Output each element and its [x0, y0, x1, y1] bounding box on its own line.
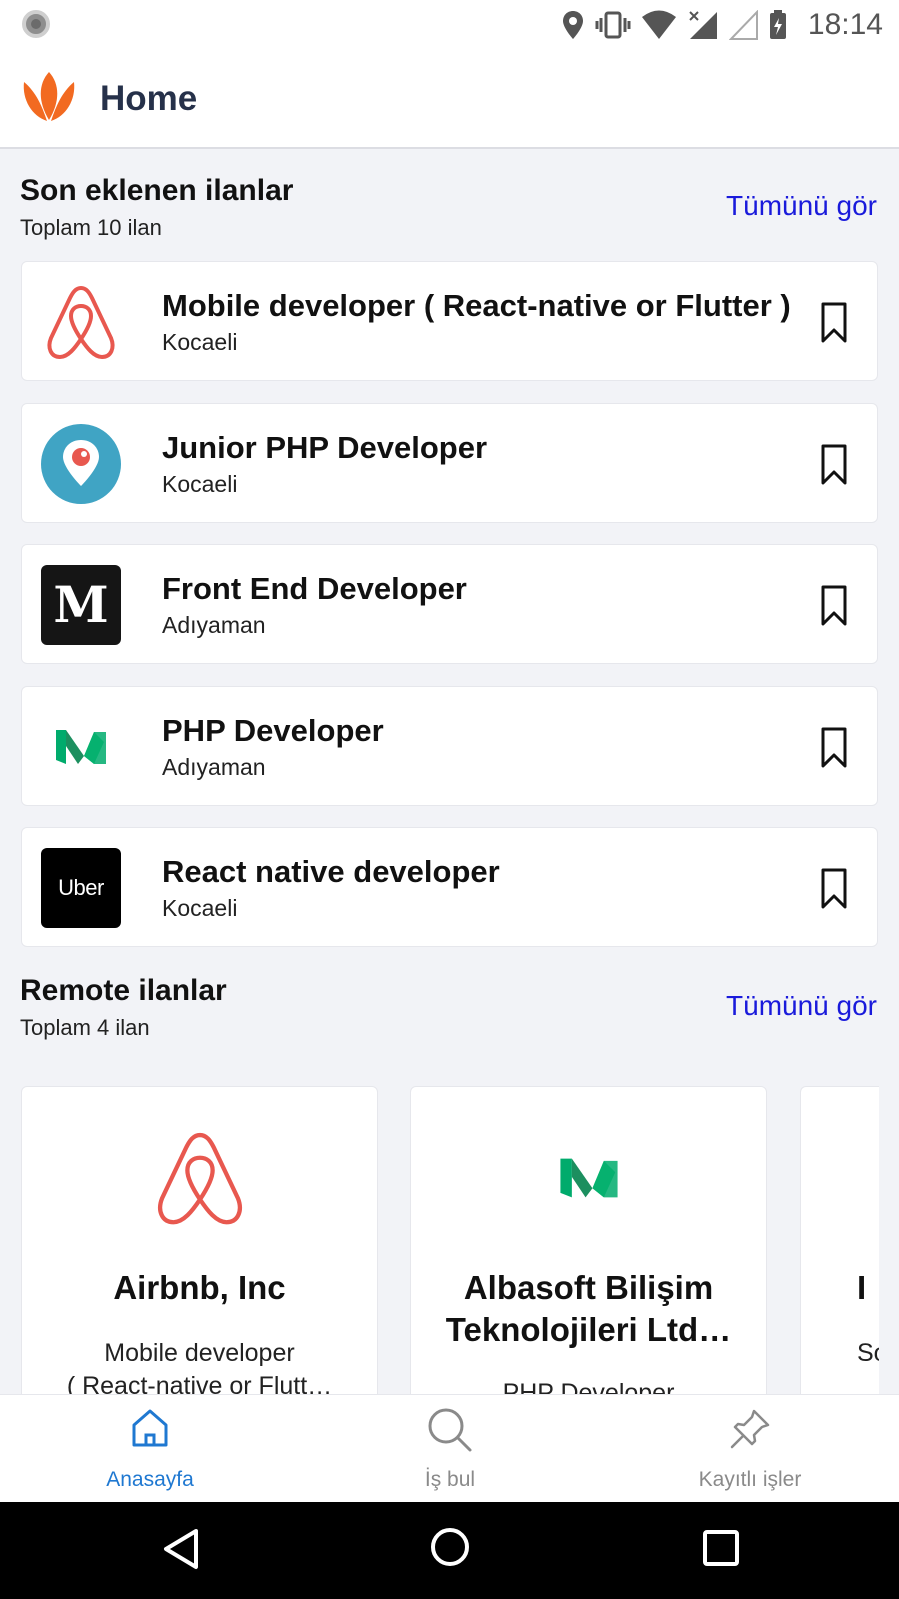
system-navigation-bar [0, 1502, 899, 1599]
bookmark-icon[interactable] [821, 868, 847, 910]
status-icons [561, 8, 787, 42]
remote-job-card[interactable]: Albasoft Bilişim Teknolojileri Ltd… PHP … [410, 1086, 767, 1394]
remote-company-name-cont: Teknolojileri Ltd… [445, 1311, 732, 1348]
bottom-navigation: Anasayfa İş bul Kayıtlı işler [0, 1394, 899, 1502]
job-title: Front End Developer [162, 571, 467, 606]
remote-jobs-header: Remote ilanlar Toplam 4 ilan Tümünü gör [20, 973, 880, 1043]
nav-saved[interactable]: Kayıtlı işler [600, 1395, 899, 1503]
signal-empty-icon [729, 10, 758, 40]
job-card[interactable]: Mobile developer ( React-native or Flutt… [21, 261, 878, 381]
vibrate-icon [595, 11, 631, 39]
job-city: Kocaeli [162, 471, 238, 497]
nav-saved-label: Kayıtlı işler [698, 1468, 802, 1491]
job-city: Adıyaman [162, 754, 266, 780]
job-title: React native developer [162, 854, 500, 889]
job-card[interactable]: Uber React native developer Kocaeli [21, 827, 878, 947]
status-bar: 18:14 [0, 0, 899, 50]
job-city: Kocaeli [162, 895, 238, 921]
job-title: Mobile developer ( React-native or Flutt… [162, 288, 791, 323]
nav-search-label: İş bul [424, 1468, 476, 1491]
medium-green-logo-icon [41, 707, 121, 787]
airbnb-logo-icon [41, 282, 121, 362]
remote-position: So [857, 1339, 879, 1367]
remote-company-name: Airbnb, Inc [113, 1269, 286, 1306]
job-card[interactable]: PHP Developer Adıyaman [21, 686, 878, 806]
bookmark-icon[interactable] [821, 444, 847, 486]
location-icon [563, 11, 583, 39]
remote-position-cont: ( React-native or Flutt… [66, 1372, 333, 1394]
status-time: 18:14 [807, 8, 883, 41]
lotus-logo-icon [23, 72, 75, 121]
bookmark-icon[interactable] [821, 727, 847, 769]
medium-green-logo-icon [411, 1123, 766, 1233]
bookmark-icon[interactable] [821, 302, 847, 344]
recents-icon[interactable] [703, 1530, 739, 1566]
battery-icon [770, 10, 786, 39]
search-icon [428, 1408, 472, 1452]
page-title: Home [100, 79, 198, 118]
remote-job-card[interactable]: Airbnb, Inc Mobile developer ( React-nat… [21, 1086, 378, 1394]
home-icon [132, 1409, 168, 1447]
remote-see-all-link[interactable]: Tümünü gör [726, 989, 877, 1023]
nav-home[interactable]: Anasayfa [0, 1395, 300, 1503]
app-bar: Home [0, 50, 899, 149]
remote-position: PHP Developer [502, 1379, 675, 1394]
back-icon[interactable] [162, 1528, 200, 1570]
job-city: Adıyaman [162, 612, 266, 638]
recent-jobs-header: Son eklenen ilanlar Toplam 10 ilan Tümün… [20, 173, 880, 243]
job-title: PHP Developer [162, 713, 384, 748]
home-content[interactable]: Son eklenen ilanlar Toplam 10 ilan Tümün… [0, 151, 899, 1394]
periscope-logo-icon [41, 424, 121, 504]
signal-icon [689, 11, 717, 39]
wifi-icon [642, 10, 676, 39]
nav-home-label: Anasayfa [106, 1468, 194, 1491]
notification-dot-icon [22, 10, 50, 38]
home-button-icon[interactable] [430, 1526, 470, 1568]
nav-search[interactable]: İş bul [300, 1395, 600, 1503]
job-card[interactable]: Junior PHP Developer Kocaeli [21, 403, 878, 523]
uber-logo-icon: Uber [41, 848, 121, 928]
job-card[interactable]: M Front End Developer Adıyaman [21, 544, 878, 664]
remote-company-name: Albasoft Bilişim [463, 1269, 714, 1306]
remote-job-card[interactable]: I So [800, 1086, 879, 1394]
airbnb-logo-icon [22, 1123, 377, 1233]
remote-company-name: I [857, 1269, 867, 1306]
recent-see-all-link[interactable]: Tümünü gör [726, 189, 877, 223]
remote-position: Mobile developer [104, 1339, 295, 1367]
job-city: Kocaeli [162, 329, 238, 355]
job-title: Junior PHP Developer [162, 430, 488, 465]
medium-m-logo-icon: M [41, 565, 121, 645]
bookmark-icon[interactable] [821, 585, 847, 627]
pin-icon [730, 1409, 770, 1449]
